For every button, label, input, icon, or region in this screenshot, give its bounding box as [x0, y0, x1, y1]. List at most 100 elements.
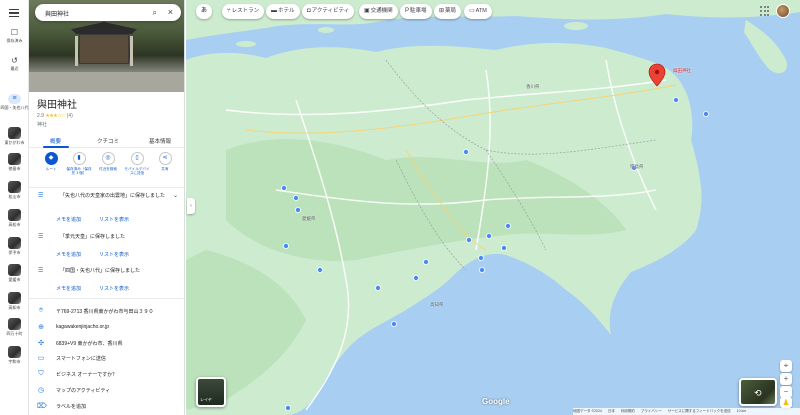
pluscode-row[interactable]: ✣ 6839+V9 東かがわ市、香川県	[29, 336, 184, 351]
show-list-link[interactable]: リストを表示	[99, 285, 129, 292]
rail-recent-place[interactable]: 徳島市	[0, 153, 29, 171]
search-icon[interactable]: ⌕	[153, 8, 157, 18]
claim-business-row[interactable]: ⛉ ビジネス オーナーですか？	[29, 367, 184, 382]
place-panel: 與田神社 ⌕ × 與田神社 2.9 ★★★☆☆ (4) 神社 概要 クチコミ 基…	[29, 0, 185, 415]
pharmacy-icon: ⊞	[439, 8, 445, 14]
saved-place-marker	[281, 184, 288, 191]
zoom-in-button[interactable]: +	[780, 373, 792, 385]
rail-recent-place[interactable]: 愛媛市	[0, 264, 29, 282]
action-buttons: ◆ ルート ▮ 保存済み（保存先 3 個） ◎ 付近を検索 ▯ モバイルデバイスに送信 …	[29, 152, 184, 186]
rail-recent-place[interactable]: 高知市	[0, 292, 29, 310]
place-thumbnail	[8, 153, 21, 165]
atm-icon: ▭	[469, 8, 475, 14]
directions-button[interactable]: ◆ ルート	[37, 152, 65, 171]
send-to-phone-row[interactable]: ▭ スマートフォンに送信	[29, 351, 184, 366]
list-icon: ☰	[38, 193, 44, 199]
place-type[interactable]: 神社	[37, 121, 47, 128]
rail-recent-place[interactable]: 高松市	[0, 209, 29, 227]
place-thumbnail	[8, 209, 21, 221]
shrine-roof	[71, 22, 137, 34]
saved-place-marker	[462, 148, 469, 155]
list-icon: ≡	[8, 94, 21, 104]
island	[564, 22, 588, 30]
collapse-panel-button[interactable]: ‹	[187, 198, 195, 214]
parking-icon: P	[405, 8, 410, 14]
chevron-down-icon[interactable]: ⌄	[173, 192, 178, 199]
timeline-row[interactable]: ◷ マップのアクティビティ	[29, 383, 184, 398]
place-thumbnail	[8, 264, 21, 276]
rail-recent-place[interactable]: 東かがわ市	[0, 127, 29, 145]
saved-place-marker	[500, 244, 507, 251]
tab-overview[interactable]: 概要	[50, 137, 61, 145]
address-row[interactable]: ⌾ 〒769-2713 香川県東かがわ市与田山３９０	[29, 304, 184, 319]
rail-recent-place[interactable]: 松山市	[0, 181, 29, 199]
share-button[interactable]: ⋖ 共有	[151, 152, 179, 171]
bookmark-icon: ☐	[10, 28, 19, 37]
rail-recent-place[interactable]: 伊予市	[0, 237, 29, 255]
rail-list[interactable]: ≡ 四国・矢也八代	[0, 94, 29, 110]
phone-icon: ▯	[130, 152, 144, 165]
tab-reviews[interactable]: クチコミ	[97, 137, 119, 145]
show-list-link[interactable]: リストを表示	[99, 251, 129, 258]
map-region-label: 徳島県	[630, 164, 644, 169]
chip-pharmacy[interactable]: ⊞薬局	[434, 4, 462, 19]
saved-place-marker	[283, 242, 290, 249]
map-canvas[interactable]	[186, 0, 800, 415]
maps-app: ☐ 保存済み ↺ 最近 ≡ 四国・矢也八代 東かがわ市 徳島市 松山市 高松市 …	[0, 0, 800, 415]
photo-ground	[29, 72, 184, 92]
avatar[interactable]	[776, 4, 790, 18]
nearby-icon: ◎	[101, 152, 115, 165]
globe-icon: ⊕	[38, 324, 44, 331]
chip-activity[interactable]: ◘アクティビティ	[302, 4, 355, 19]
shrine-image	[71, 14, 137, 66]
nearby-button[interactable]: ◎ 付近を検索	[94, 152, 122, 171]
add-label-row[interactable]: ⌦ ラベルを追加	[29, 399, 184, 414]
island	[236, 41, 256, 47]
chip-restaurant[interactable]: ⑂レストラン	[222, 4, 265, 19]
hotel-icon: ▬	[271, 8, 277, 14]
rail-recent-place[interactable]: 宇和市	[0, 346, 29, 364]
add-memo-link[interactable]: メモを追加	[56, 285, 81, 292]
show-list-link[interactable]: リストを表示	[99, 216, 129, 223]
send-to-phone-button[interactable]: ▯ モバイルデバイスに送信	[123, 152, 151, 175]
place-thumbnail	[8, 346, 21, 358]
saved-place-marker	[412, 274, 419, 281]
pegman-button[interactable]: ♟	[780, 397, 792, 408]
apps-icon[interactable]	[760, 6, 770, 16]
save-button[interactable]: ▮ 保存済み（保存先 3 個）	[65, 152, 93, 175]
restaurant-icon: ⑂	[227, 8, 231, 14]
close-icon[interactable]: ×	[168, 7, 173, 17]
add-memo-link[interactable]: メモを追加	[56, 216, 81, 223]
street-view-button[interactable]: ⟲	[739, 378, 777, 406]
street-view-icon: ⟲	[754, 388, 762, 398]
search-input[interactable]: 與田神社	[45, 9, 69, 18]
map-region-label: 高知県	[430, 302, 444, 307]
rail-saved[interactable]: ☐ 保存済み	[0, 28, 29, 43]
chip-hotel[interactable]: ▬ホテル	[266, 4, 300, 19]
tab-about[interactable]: 基本情報	[149, 137, 171, 145]
search-box[interactable]: 與田神社 ⌕ ×	[35, 4, 181, 21]
selected-place-label[interactable]: 與田神社	[673, 68, 691, 74]
camera-icon: ◘	[307, 8, 311, 14]
add-memo-link[interactable]: メモを追加	[56, 251, 81, 258]
place-thumbnail	[8, 181, 21, 193]
website-row[interactable]: ⊕ kagawakenjinjacho.or.jp	[29, 320, 184, 335]
layers-button[interactable]: レイヤ	[196, 377, 226, 407]
saved-place-marker	[285, 404, 292, 411]
directions-icon: ◆	[44, 152, 58, 165]
place-thumbnail	[8, 292, 21, 304]
my-location-button[interactable]: ⌖	[780, 360, 792, 372]
chip-parking[interactable]: P駐車場	[400, 4, 432, 19]
rating-row[interactable]: 2.9 ★★★☆☆ (4)	[37, 113, 73, 119]
review-count[interactable]: (4)	[67, 113, 73, 119]
rail-recent[interactable]: ↺ 最近	[0, 56, 29, 71]
rating-stars: ★★★☆☆	[45, 113, 66, 119]
chip-atm[interactable]: ▭ATM	[464, 4, 492, 19]
rail-recent-place[interactable]: 四万十町	[0, 318, 29, 336]
list-icon: ☰	[38, 268, 44, 274]
language-toggle[interactable]: あ	[196, 4, 212, 19]
menu-icon[interactable]	[9, 9, 19, 17]
map-graphic	[186, 0, 800, 415]
google-logo: Google	[482, 397, 510, 406]
chip-transit[interactable]: ▣交通機関	[359, 4, 398, 19]
